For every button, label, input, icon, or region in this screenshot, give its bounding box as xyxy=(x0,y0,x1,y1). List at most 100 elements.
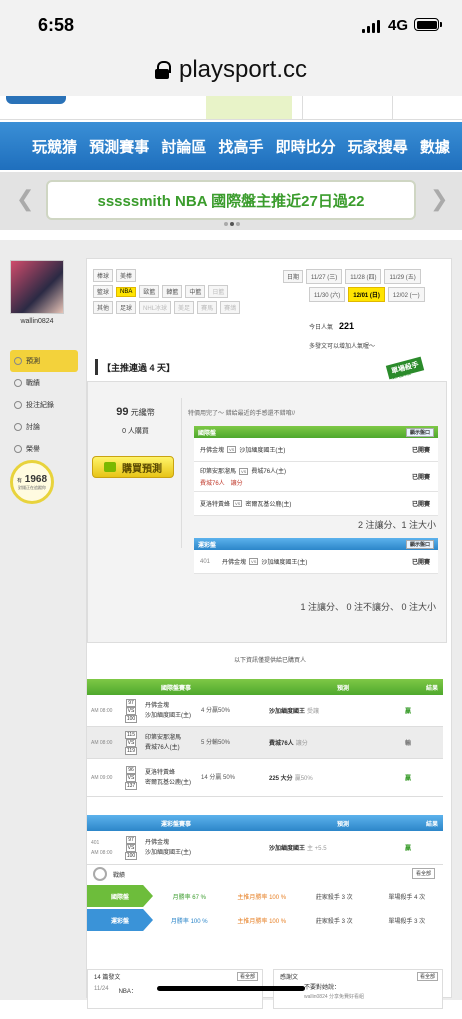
filter-chip[interactable]: 賽鴿 xyxy=(220,301,241,314)
view-all-posts-button[interactable]: 看全部 xyxy=(236,972,258,981)
menu-predict[interactable]: 預測 xyxy=(10,350,78,372)
nav-item[interactable]: 玩競猜 xyxy=(32,136,77,157)
view-all-thanks-button[interactable]: 看全部 xyxy=(416,972,438,981)
status-bar: 6:58 4G xyxy=(0,0,462,44)
streak-title: 【主推連過 4 天】 xyxy=(95,359,365,375)
purchase-tagline: 特價用完了～ 錯給最近的手感還不錯唷// xyxy=(188,411,296,417)
vs-icon: VS xyxy=(249,558,259,565)
pick-note: 贏50% xyxy=(294,776,313,782)
table-row: AM 08:00 97 VS 100 丹佛金塊 沙加緬度國王(主) 4 分贏50% 沙加緬度國… xyxy=(87,695,443,727)
stats-cell: 月勝率 100 % xyxy=(170,918,208,925)
avatar[interactable] xyxy=(10,260,64,314)
url-bar[interactable]: playsport.cc xyxy=(0,44,462,96)
filter-chip[interactable]: 其他 xyxy=(93,301,114,314)
date-chip-selected[interactable]: 12/01 (日) xyxy=(348,287,385,302)
table-header: 國際盤賽事 預測 結果 xyxy=(87,679,443,695)
top-ad-1[interactable] xyxy=(206,96,292,119)
nav-item[interactable]: 討論區 xyxy=(161,136,206,157)
score: 119 xyxy=(125,746,137,755)
filter-chip[interactable]: 籃球 xyxy=(93,285,114,298)
nav-item[interactable]: 玩家搜尋 xyxy=(348,136,408,157)
vs-icon: VS xyxy=(125,706,137,715)
view-all-button[interactable]: 看全部 xyxy=(411,868,435,879)
date-chip[interactable]: 12/02 (一) xyxy=(387,287,425,302)
show-odds-button[interactable]: 顯示盤口 xyxy=(405,540,434,549)
filter-chip-selected[interactable]: NBA xyxy=(116,286,137,297)
popularity-note: 多發文可以增加人氣喔～ xyxy=(309,344,376,350)
intl-title: 國際盤 xyxy=(198,430,217,437)
menu-record[interactable]: 戰績 xyxy=(10,372,78,394)
teams: 印第安那溜馬 費城76人(主) xyxy=(141,733,201,753)
follower-prefix: 有 xyxy=(16,477,22,484)
table-row: AM 08:00 115 VS 119 印第安那溜馬 費城76人(主) 5 分輸50% 費城7… xyxy=(87,727,443,759)
follower-note: 對錢正在追蹤你 xyxy=(18,484,46,490)
score-box: 96 VS 137 xyxy=(121,765,141,790)
game-status: 已開賽 xyxy=(411,560,430,566)
pick-row: 印第安那溜馬 VS 費城76人(主) 費城76人 讓分 已開賽 xyxy=(194,462,438,492)
table-row: AM 09:00 96 VS 137 夏洛特黃蜂 密爾瓦基公鹿(主) 14 分贏 50% 22… xyxy=(87,759,443,797)
promo-text[interactable]: sssssmith NBA 國際盤主推近27日過22 xyxy=(46,180,416,220)
url-text[interactable]: playsport.cc xyxy=(179,56,307,84)
chevron-left-icon[interactable]: ❮ xyxy=(16,186,34,212)
score: 137 xyxy=(124,781,138,790)
filter-chip[interactable]: 美足 xyxy=(174,301,195,314)
filter-chip[interactable]: 歐籃 xyxy=(139,285,160,298)
bottom-cards: 14 篇發文 看全部 11/24 NBA： 感謝文 看全部 不要對她說： wallin0… xyxy=(87,969,443,1019)
score: 97 xyxy=(126,835,136,844)
away-team: 沙加緬度國王(主) xyxy=(145,849,191,856)
nav-item[interactable]: 即時比分 xyxy=(276,136,336,157)
filter-chip[interactable]: 韓籃 xyxy=(162,285,183,298)
lottery-header: 運彩盤 顯示盤口 xyxy=(194,538,438,550)
filter-chip[interactable]: 中籃 xyxy=(185,285,206,298)
pick: 費城76人 xyxy=(269,741,294,747)
game-status: 已開賽 xyxy=(411,475,430,481)
date-chip[interactable]: 11/30 (六) xyxy=(309,287,346,302)
chevron-right-icon[interactable]: ❯ xyxy=(430,186,448,212)
menu-bets[interactable]: 投注紀錄 xyxy=(10,394,78,416)
home-team: 印第安那溜馬 xyxy=(145,734,182,741)
filter-chip[interactable]: 棒球 xyxy=(93,269,114,282)
filter-chip[interactable]: 日籃 xyxy=(208,285,229,298)
menu-label: 討論 xyxy=(26,424,40,431)
show-odds-button[interactable]: 顯示盤口 xyxy=(405,428,434,437)
away-team: 費城76人(主) xyxy=(251,469,287,475)
menu-discuss[interactable]: 討論 xyxy=(10,416,78,438)
nav-item[interactable]: 數據 xyxy=(420,136,450,157)
filter-chip[interactable]: 賽馬 xyxy=(197,301,218,314)
date-chip[interactable]: 11/27 (三) xyxy=(306,269,343,284)
record-icon xyxy=(14,379,22,387)
home-team: 夏洛特黃蜂 xyxy=(200,502,231,508)
teams: 丹佛金塊 沙加緬度國王(主) xyxy=(141,838,265,858)
site-logo[interactable] xyxy=(6,96,66,104)
filter-chip[interactable]: 足球 xyxy=(116,301,137,314)
vs-icon: VS xyxy=(227,446,237,453)
purchase-box: 99 元纔幣 0 人購買 購買預測 特價用完了～ 錯給最近的手感還不錯唷// 國… xyxy=(87,381,447,643)
home-indicator xyxy=(157,986,305,991)
stats-cell: 月勝率 67 % xyxy=(172,894,206,901)
purchaser-note: 以下資訊僅提供給已購買人 xyxy=(233,658,306,664)
filter-chip[interactable]: NHL冰球 xyxy=(139,301,172,314)
menu-honor[interactable]: 榮譽 xyxy=(10,438,78,460)
col-header: 運彩盤賽事 xyxy=(160,821,191,828)
date-chip[interactable]: 11/29 (五) xyxy=(384,269,421,284)
vs-icon: VS xyxy=(239,468,249,475)
username[interactable]: wallin0824 xyxy=(10,318,64,325)
nav-item[interactable]: 預測賽事 xyxy=(89,136,149,157)
intl-summary: 2 注讓分、1 注大小 xyxy=(357,520,436,530)
nav-item[interactable]: 找高手 xyxy=(218,136,263,157)
top-ad-2[interactable] xyxy=(302,96,387,119)
intl-picks: 國際盤 顯示盤口 丹佛金塊 VS 沙加緬度國王(主) 已開賽 印第安那溜馬 VS 費城76人… xyxy=(194,426,438,516)
pick-row: 丹佛金塊 VS 沙加緬度國王(主) 已開賽 xyxy=(194,438,438,462)
battery-icon xyxy=(414,18,442,31)
carousel-dots xyxy=(224,222,240,226)
bets-icon xyxy=(14,401,22,409)
filter-chip[interactable]: 美棒 xyxy=(116,269,137,282)
today-value: 221 xyxy=(339,321,355,331)
table-header: 運彩盤賽事 預測 結果 xyxy=(87,815,443,831)
date-chip[interactable]: 11/28 (四) xyxy=(345,269,382,284)
top-ad-3[interactable] xyxy=(392,96,462,119)
score-box: 97 VS 100 xyxy=(121,835,141,860)
game-time: AM 08:00 xyxy=(91,739,113,746)
col-header: 結果 xyxy=(425,821,438,828)
buy-prediction-button[interactable]: 購買預測 xyxy=(92,456,174,478)
